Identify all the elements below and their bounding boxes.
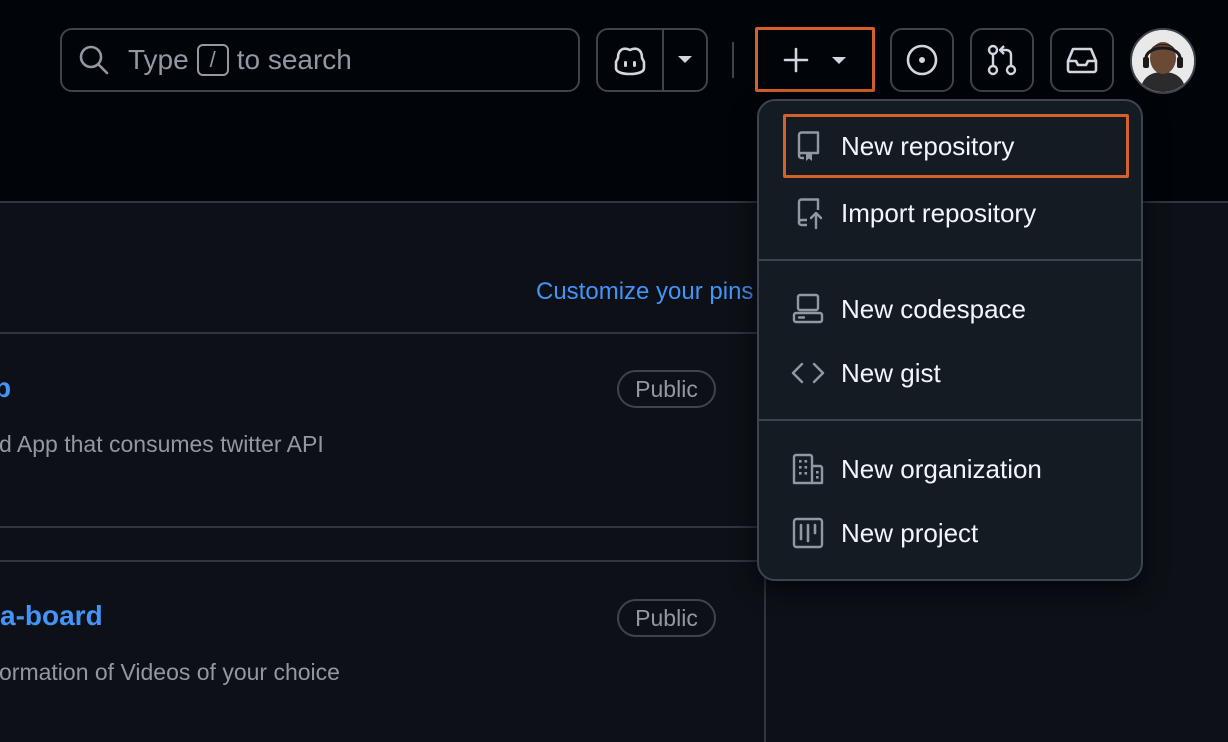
menu-item-new-gist[interactable]: New gist (783, 341, 1127, 405)
inbox-icon (1066, 47, 1098, 74)
copilot-dropdown-button[interactable] (662, 30, 706, 90)
triangle-down-icon (832, 56, 846, 64)
pinned-repo-description: ormation of Videos of your choice (0, 659, 340, 685)
inbox-button[interactable] (1050, 28, 1114, 92)
search-suffix: to search (236, 44, 352, 75)
project-icon (792, 517, 824, 549)
pinned-repo-description: d App that consumes twitter API (0, 431, 324, 457)
menu-item-label: New codespace (841, 293, 1026, 324)
create-new-menu: New repository Import repository New cod… (757, 99, 1143, 581)
copilot-button[interactable] (598, 30, 662, 90)
menu-item-import-repository[interactable]: Import repository (783, 181, 1127, 245)
menu-item-label: New gist (841, 357, 941, 388)
visibility-badge: Public (617, 370, 716, 408)
menu-item-new-project[interactable]: New project (783, 501, 1127, 565)
search-input[interactable]: Type / to search (60, 28, 580, 92)
customize-pins-link[interactable]: Customize your pins (536, 278, 753, 306)
organization-icon (792, 453, 824, 485)
page: Type / to search Customize your pins p P… (0, 0, 1228, 742)
pinned-repo-name[interactable]: p (0, 372, 11, 404)
copilot-button-group (596, 28, 708, 92)
search-icon (79, 45, 109, 75)
code-icon (791, 362, 825, 384)
plus-icon (783, 47, 809, 72)
issue-opened-icon (906, 44, 938, 76)
menu-item-new-codespace[interactable]: New codespace (783, 277, 1127, 341)
copilot-icon (614, 47, 646, 76)
menu-divider (759, 419, 1141, 421)
menu-item-label: New repository (841, 130, 1015, 161)
pinned-card-divider (0, 560, 764, 562)
menu-divider (759, 259, 1141, 261)
codespaces-icon (792, 293, 824, 324)
repo-push-icon (797, 198, 823, 230)
repo-icon (797, 131, 820, 161)
avatar[interactable] (1130, 28, 1196, 94)
triangle-down-icon (678, 56, 692, 63)
header-divider (732, 42, 734, 78)
create-new-button[interactable] (755, 27, 875, 92)
menu-item-new-organization[interactable]: New organization (783, 437, 1127, 501)
pinned-card-divider (0, 526, 764, 528)
menu-item-label: New project (841, 517, 979, 548)
visibility-badge: Public (617, 599, 716, 637)
user-avatar-image (1132, 30, 1194, 92)
pinned-repo-name[interactable]: a-board (0, 600, 103, 632)
search-shortcut-key: / (196, 44, 229, 76)
pinned-top-divider (0, 332, 764, 334)
pull-requests-button[interactable] (970, 28, 1034, 92)
menu-item-label: Import repository (841, 197, 1037, 228)
search-prefix: Type (128, 44, 189, 75)
menu-item-new-repository[interactable]: New repository (783, 114, 1129, 178)
issues-button[interactable] (890, 28, 954, 92)
menu-item-label: New organization (841, 453, 1042, 484)
git-pull-request-icon (987, 44, 1017, 76)
